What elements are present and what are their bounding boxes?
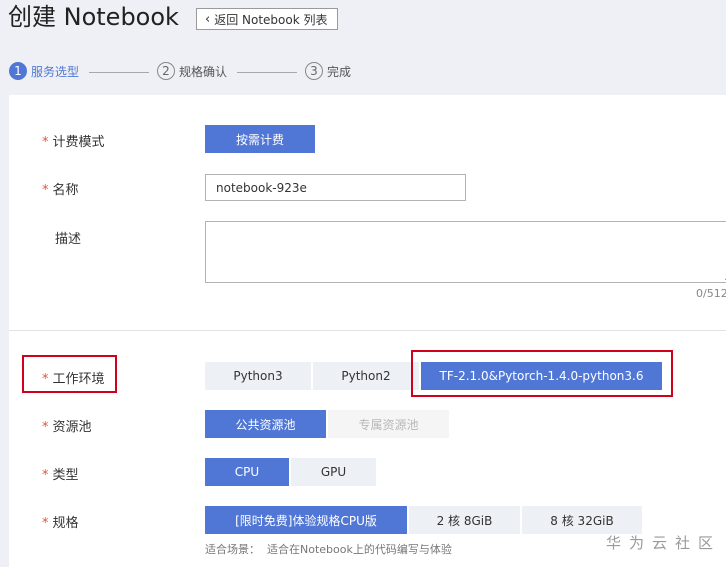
description-char-counter: 0/512 (696, 287, 726, 300)
required-mark: * (42, 183, 49, 198)
spec-option-free-cpu[interactable]: [限时免费]体验规格CPU版 (205, 506, 407, 534)
step-connector (89, 72, 149, 73)
step-number: 2 (157, 62, 175, 80)
env-option-python2[interactable]: Python2 (313, 362, 419, 390)
step-service-selection: 1 服务选型 (9, 62, 79, 80)
spec-option-2core[interactable]: 2 核 8GiB (409, 506, 520, 534)
label-text: 规格 (52, 516, 79, 531)
step-complete: 3 完成 (305, 62, 351, 80)
step-number: 3 (305, 62, 323, 80)
step-label: 服务选型 (31, 64, 80, 79)
chevron-left-icon: ‹ (205, 11, 211, 27)
billing-mode-label: * 计费模式 (42, 131, 105, 150)
description-label: 描述 (55, 232, 82, 247)
label-text: 类型 (52, 468, 79, 483)
environment-option-highlight (411, 350, 673, 397)
hint-label: 适合场景： (205, 543, 260, 556)
billing-on-demand-button[interactable]: 按需计费 (205, 125, 315, 153)
step-spec-confirm: 2 规格确认 (157, 62, 227, 80)
form-panel (9, 95, 726, 567)
type-option-gpu[interactable]: GPU (291, 458, 376, 486)
type-option-cpu[interactable]: CPU (205, 458, 289, 486)
type-label: * 类型 (42, 464, 79, 483)
pool-option-dedicated[interactable]: 专属资源池 (328, 410, 449, 438)
required-mark: * (42, 516, 49, 531)
back-button-label: 返回 Notebook 列表 (214, 12, 328, 27)
name-input[interactable]: notebook-923e (205, 174, 466, 201)
step-label: 完成 (327, 64, 352, 79)
spec-label: * 规格 (42, 512, 79, 531)
environment-label-highlight (22, 355, 117, 393)
spec-hint: 适合场景： 适合在Notebook上的代码编写与体验 (205, 541, 452, 557)
back-to-list-button[interactable]: ‹ 返回 Notebook 列表 (196, 8, 338, 30)
pool-option-public[interactable]: 公共资源池 (205, 410, 326, 438)
page-title: 创建 Notebook (8, 3, 179, 31)
section-divider (9, 330, 726, 331)
step-label: 规格确认 (179, 64, 228, 79)
label-text: 名称 (52, 183, 79, 198)
required-mark: * (42, 135, 49, 150)
label-text: 资源池 (52, 420, 92, 435)
name-label: * 名称 (42, 179, 79, 198)
resource-pool-label: * 资源池 (42, 416, 92, 435)
env-option-python3[interactable]: Python3 (205, 362, 311, 390)
step-connector (237, 72, 297, 73)
step-number: 1 (9, 62, 27, 80)
label-text: 计费模式 (52, 135, 105, 150)
required-mark: * (42, 468, 49, 483)
spec-option-8core[interactable]: 8 核 32GiB (522, 506, 642, 534)
hint-text: 适合在Notebook上的代码编写与体验 (267, 543, 452, 556)
watermark: 华为云社区 (606, 534, 722, 552)
description-textarea[interactable] (205, 221, 726, 283)
required-mark: * (42, 420, 49, 435)
